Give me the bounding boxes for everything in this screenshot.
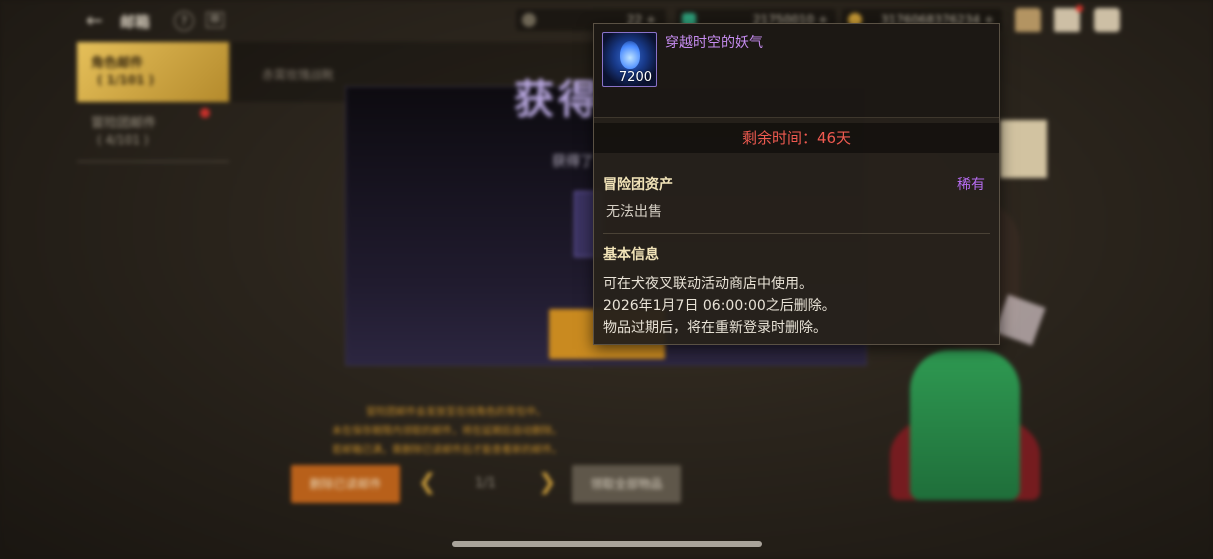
- page-indicator: 1/1: [475, 476, 496, 491]
- tab-count: ( 4/101 ): [97, 133, 149, 147]
- notice-line: 未在保存期限内领取的邮件，将在延期后自动删除。: [332, 426, 562, 437]
- item-quantity: 7200: [618, 70, 652, 85]
- tab-label: 冒险团邮件: [91, 116, 157, 131]
- notice-line: 若邮箱已满，需删除已读邮件后才能查看新的邮件。: [332, 445, 562, 456]
- home-indicator[interactable]: [452, 541, 762, 547]
- reward-heading: 获得: [514, 77, 602, 123]
- asset-type: 冒险团资产: [603, 177, 673, 193]
- chest-icon[interactable]: [1015, 8, 1041, 32]
- chevron-left-icon[interactable]: ❮: [418, 470, 436, 495]
- rarity-label: 稀有: [957, 177, 985, 193]
- question-icon[interactable]: ?: [174, 11, 194, 31]
- coin-c-icon: [522, 13, 536, 27]
- tab-count: ( 1/101 ): [97, 73, 155, 87]
- reward-subtitle: 获得了: [552, 154, 594, 170]
- book-icon[interactable]: ▤: [206, 12, 224, 28]
- character-body: [910, 350, 1020, 500]
- page-title: 邮箱: [120, 13, 151, 31]
- description-line: 可在犬夜叉联动活动商店中使用。: [603, 276, 813, 292]
- notice-line: 冒险团邮件会发放至在线角色的背包中。: [366, 407, 546, 418]
- description-line: 2026年1月7日 06:00:00之后删除。: [603, 298, 836, 314]
- unread-badge: [200, 108, 210, 118]
- chat-icon[interactable]: [1094, 8, 1120, 32]
- arrow-left-icon[interactable]: ←: [86, 9, 108, 31]
- description-line: 物品过期后，将在重新登录时删除。: [603, 320, 827, 336]
- blue-flame-icon: 7200: [602, 32, 657, 87]
- side-panel-button[interactable]: [1000, 120, 1047, 178]
- tooltip-header: 7200 穿越时空的妖气: [594, 24, 999, 118]
- sell-status: 无法出售: [606, 204, 662, 220]
- item-tooltip: 7200 穿越时空的妖气 剩余时间：46天 冒险团资产 稀有 无法出售 基本信息…: [593, 23, 1000, 345]
- mail-icon[interactable]: [1054, 5, 1083, 32]
- item-name: 穿越时空的妖气: [665, 35, 763, 51]
- tab-character-mail[interactable]: 角色邮件 ( 1/101 ): [77, 42, 229, 102]
- delete-read-button[interactable]: 删除已读邮件: [291, 465, 400, 503]
- chevron-right-icon[interactable]: ❯: [538, 470, 556, 495]
- claim-all-button[interactable]: 领取全部物品: [572, 465, 681, 503]
- divider: [603, 233, 990, 234]
- remaining-time: 剩余时间：46天: [594, 123, 999, 153]
- flame-shape: [620, 41, 640, 69]
- basic-info-title: 基本信息: [603, 247, 659, 263]
- mail-subject: 赤霄玫瑰战靴: [262, 68, 335, 82]
- tab-label: 角色邮件: [91, 56, 144, 71]
